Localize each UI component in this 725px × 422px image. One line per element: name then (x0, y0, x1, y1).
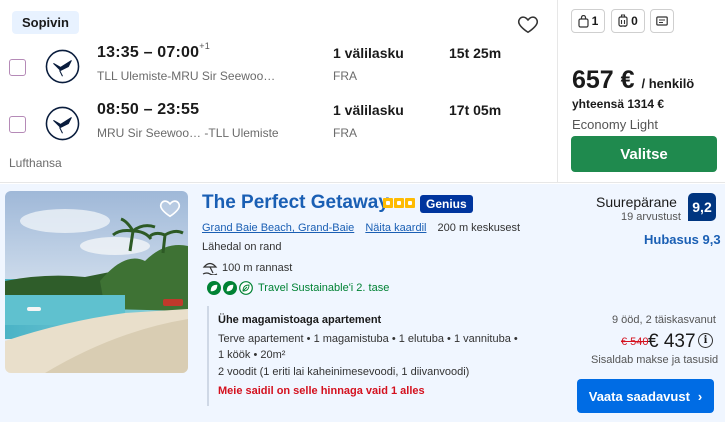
hotel-result-card: The Perfect Getaway Genius Grand Baie Be… (0, 184, 725, 422)
flight-price: 657 € / henkilö (572, 66, 695, 94)
personal-bag-icon (578, 14, 589, 28)
fare-details-badge[interactable] (650, 9, 674, 33)
sustainability-badge[interactable]: Travel Sustainable'i 2. tase (207, 281, 389, 295)
room-features-line1: Terve apartement • 1 magamistuba • 1 elu… (218, 333, 518, 345)
leg-times: 13:35 – 07:00+1 (97, 41, 210, 61)
flight-leg-return: 08:50 – 23:55 MRU Sir Seewoo… -TLL Ulemi… (0, 98, 558, 148)
info-icon[interactable]: i (698, 333, 713, 348)
star-icon (394, 198, 404, 208)
leg-checkbox[interactable] (9, 116, 26, 133)
room-title: Ühe magamistoaga apartement (218, 314, 382, 326)
leg-route: TLL Ulemiste-MRU Sir Seewoo… (97, 69, 276, 83)
stay-info: 9 ööd, 2 täiskasvanut (612, 314, 716, 326)
leg-stops: 1 välilasku (333, 45, 404, 61)
airline-name: Lufthansa (9, 156, 62, 170)
room-beds: 2 voodit (1 eriti lai kaheinimesevoodi, … (218, 366, 470, 378)
lufthansa-logo-icon (45, 49, 80, 84)
leg-route: MRU Sir Seewoo… -TLL Ulemiste (97, 126, 279, 140)
sustainability-text: Travel Sustainable'i 2. tase (258, 282, 390, 294)
location-link[interactable]: Grand Baie Beach, Grand-Baie (202, 222, 354, 234)
leaf-icon (223, 281, 237, 295)
see-availability-label: Vaata saadavust (588, 388, 690, 404)
lufthansa-logo-icon (45, 106, 80, 141)
leg-times: 08:50 – 23:55 (97, 101, 200, 118)
see-availability-button[interactable]: Vaata saadavust › (577, 379, 714, 413)
flight-total-price: yhteensä 1314 € (572, 97, 665, 111)
cabin-bag-count: 0 (631, 14, 638, 28)
leg-stops: 1 välilasku (333, 102, 404, 118)
beach-distance-text: 100 m rannast (222, 262, 293, 274)
cabin-bag-badge[interactable]: 0 (611, 9, 645, 33)
select-flight-button[interactable]: Valitse (571, 136, 717, 172)
show-on-map-link[interactable]: Näita kaardil (365, 222, 426, 234)
personal-item-count: 1 (591, 14, 599, 28)
location-line: Grand Baie Beach, Grand-Baie Näita kaard… (202, 222, 520, 234)
genius-badge: Genius (420, 195, 473, 213)
chevron-right-icon: › (697, 388, 703, 404)
heart-icon[interactable] (517, 13, 539, 35)
personal-item-badge[interactable]: 1 (571, 9, 605, 33)
flight-price-panel: 1 0 657 € / henkilö yhteensä 1314 € Econ… (559, 0, 725, 183)
hotel-photo[interactable] (5, 191, 188, 373)
room-details: Ühe magamistoaga apartement Terve aparte… (207, 306, 537, 406)
scarcity-warning: Meie saidil on selle hinnaga vaid 1 alle… (218, 385, 425, 397)
beach-umbrella-icon (202, 262, 218, 275)
beach-nearby: Lähedal on rand (202, 241, 282, 253)
room-features-line2: 1 köök • 20m² (218, 349, 286, 361)
leg-stop-city: FRA (333, 126, 357, 140)
flight-leg-outbound: 13:35 – 07:00+1 TLL Ulemiste-MRU Sir See… (0, 41, 558, 91)
flight-result-card: Sopivin 13:35 – 07:00+1 TLL Ulemiste-MRU… (0, 0, 725, 183)
leg-stop-city: FRA (333, 69, 357, 83)
flight-itinerary: Sopivin 13:35 – 07:00+1 TLL Ulemiste-MRU… (0, 0, 558, 183)
star-icon (383, 198, 393, 208)
heart-icon[interactable] (159, 197, 181, 219)
review-rating-word: Suurepärane (596, 194, 677, 210)
taxes-note: Sisaldab makse ja tasusid (591, 354, 719, 366)
beach-distance: 100 m rannast (202, 261, 292, 275)
star-icon (405, 198, 415, 208)
original-price: € 540 (621, 336, 649, 348)
ticket-icon (656, 16, 668, 26)
fare-class: Economy Light (572, 117, 658, 132)
review-count: 19 arvustust (621, 211, 681, 223)
star-rating (383, 198, 415, 208)
leg-checkbox[interactable] (9, 59, 26, 76)
leg-duration: 17t 05m (449, 102, 502, 118)
cabin-bag-icon (618, 14, 628, 27)
best-badge: Sopivin (12, 11, 79, 34)
leaf-icon (207, 281, 221, 295)
discounted-price: € 437 (648, 331, 696, 352)
distance-from-center: 200 m keskusest (437, 222, 521, 234)
leaf-outline-icon (239, 281, 253, 295)
leg-duration: 15t 25m (449, 45, 502, 61)
review-score-badge[interactable]: 9,2 (688, 193, 716, 221)
hotel-name-link[interactable]: The Perfect Getaway (202, 192, 389, 214)
comfort-score: Hubasus 9,3 (644, 232, 721, 247)
